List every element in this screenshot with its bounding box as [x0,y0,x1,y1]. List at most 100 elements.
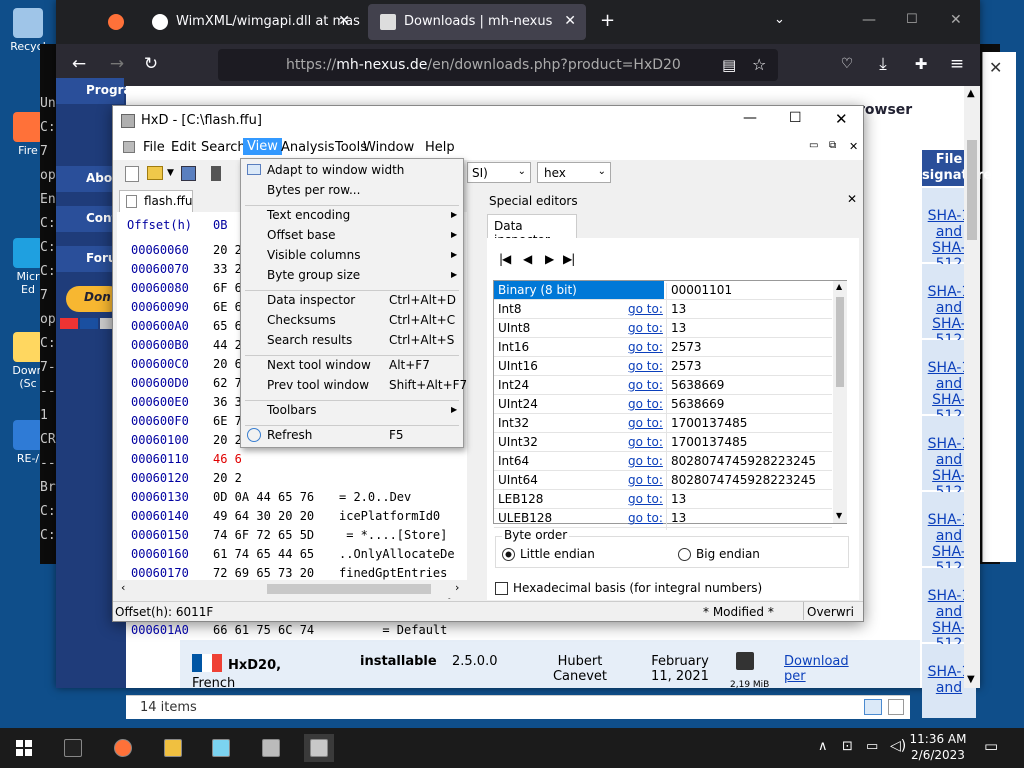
page-scrollbar[interactable]: ▲ ▼ [964,86,980,688]
table-scrollbar[interactable]: ▲ ▼ [833,281,847,523]
inspector-row[interactable]: Int8 go to: 13 [494,300,832,321]
notifications-icon[interactable]: ▭ [984,737,998,755]
pocket-icon[interactable]: ♡ [836,54,858,74]
goto-link[interactable]: go to: [628,492,663,506]
goto-link[interactable]: go to: [628,511,663,525]
first-icon[interactable]: |◀ [499,252,511,266]
hex-row[interactable]: 00060130 0D 0A 44 65 76 = 2.0..Dev [117,490,467,509]
tab-data-inspector[interactable]: Data inspector [487,214,577,247]
inspector-row[interactable]: Int24 go to: 5638669 [494,376,832,397]
view-menu-item[interactable]: Search results Ctrl+Alt+S [267,333,463,353]
view-menu-item[interactable]: Text encoding ▶ [267,208,463,228]
goto-link[interactable]: go to: [628,340,663,354]
goto-link[interactable]: go to: [628,321,663,335]
clock-date[interactable]: 2/6/2023 [908,748,968,762]
view-menu-item[interactable]: Toolbars ▶ [267,403,463,423]
windows-start-icon[interactable] [16,740,32,756]
maximize-icon[interactable]: ☐ [906,12,918,27]
chevron-down-icon[interactable]: ▼ [167,168,174,178]
extensions-icon[interactable]: ✚ [910,54,932,74]
menu-edit[interactable]: Edit [171,140,196,155]
close-icon[interactable]: ✕ [950,12,962,28]
minimize-icon[interactable]: — [862,12,876,28]
hamburger-menu-icon[interactable]: ≡ [946,54,968,74]
new-file-icon[interactable] [125,166,139,182]
menu-window[interactable]: Window [363,140,414,155]
tab-github[interactable]: WimXML/wimgapi.dll at maste ✕ [140,4,360,40]
close-icon[interactable]: ✕ [989,58,1002,77]
inspector-row[interactable]: Int16 go to: 2573 [494,338,832,359]
view-menu-item[interactable]: Data inspector Ctrl+Alt+D [267,293,463,313]
toolbar-icon[interactable] [211,166,221,181]
inspector-row[interactable]: UInt64 go to: 8028074745928223245 [494,471,832,492]
goto-link[interactable]: go to: [628,359,663,373]
url-bar[interactable]: https://mh-nexus.de/en/downloads.php?pro… [218,49,778,81]
horizontal-scrollbar[interactable]: ‹ › [117,580,467,598]
big-endian-radio[interactable] [678,548,691,561]
open-file-icon[interactable] [147,166,163,180]
save-icon[interactable] [181,166,196,181]
taskbar-app[interactable] [206,734,236,762]
little-endian-radio[interactable] [502,548,515,561]
forward-icon[interactable]: → [106,54,128,74]
reader-view-icon[interactable]: ▤ [722,56,736,74]
menu-analysis[interactable]: Analysis [281,140,335,155]
goto-link[interactable]: go to: [628,378,663,392]
view-menu-item[interactable]: Prev tool window Shift+Alt+F7 [267,378,467,398]
goto-link[interactable]: go to: [628,302,663,316]
view-menu-item[interactable]: Offset base ▶ [267,228,463,248]
scroll-left-icon[interactable]: ‹ [121,581,125,594]
scroll-down-icon[interactable]: ▼ [836,511,842,520]
goto-link[interactable]: go to: [628,435,663,449]
menu-file[interactable]: File [143,140,165,155]
menu-help[interactable]: Help [425,140,455,155]
menu-view[interactable]: View [243,138,282,155]
inspector-row[interactable]: Int64 go to: 8028074745928223245 [494,452,832,473]
last-icon[interactable]: ▶| [563,252,575,266]
chevron-up-icon[interactable]: ∧ [818,739,828,754]
large-icons-view-icon[interactable] [888,699,904,715]
next-icon[interactable]: ▶ [545,252,554,266]
close-panel-icon[interactable]: ✕ [847,192,857,206]
view-menu-item[interactable]: Bytes per row... [267,183,463,203]
close-tab-icon[interactable]: ✕ [338,13,350,29]
scrollbar-thumb[interactable] [267,584,431,594]
downloads-icon[interactable]: ⤓ [872,54,894,74]
number-base-select[interactable]: hex ⌄ [537,162,611,183]
reload-icon[interactable]: ↻ [140,54,162,74]
hex-row[interactable]: 00060150 74 6F 72 65 5D = *....[Store] [117,528,467,547]
view-menu-item[interactable]: Byte group size ▶ [267,268,463,288]
close-icon[interactable]: ✕ [835,110,848,128]
hex-row[interactable]: 00060110 46 6 [117,452,467,471]
goto-link[interactable]: go to: [628,473,663,487]
hex-row[interactable]: 00060120 20 2 [117,471,467,490]
site-nav-item[interactable]: Programs [56,78,151,104]
previous-icon[interactable]: ◀ [523,252,532,266]
goto-link[interactable]: go to: [628,454,663,468]
inspector-row[interactable]: LEB128 go to: 13 [494,490,832,511]
tab-downloads[interactable]: Downloads | mh-nexus ✕ [368,4,586,40]
hex-row[interactable]: 00060160 61 74 65 44 65 ..OnlyAllocateDe [117,547,467,566]
hex-row[interactable]: 00060140 49 64 30 20 20 icePlatformId0 [117,509,467,528]
taskbar-app[interactable] [58,734,88,762]
scroll-up-icon[interactable]: ▲ [967,88,975,99]
mdi-close-icon[interactable]: ✕ [849,140,858,153]
goto-link[interactable]: go to: [628,397,663,411]
list-tabs-icon[interactable]: ⌄ [774,12,785,27]
view-menu-item[interactable]: Adapt to window width [247,163,463,183]
encoding-select[interactable]: SI) ⌄ [467,162,531,183]
scrollbar-thumb[interactable] [836,297,844,387]
download-link[interactable]: Download per [784,654,854,684]
bookmark-star-icon[interactable]: ☆ [752,55,766,74]
new-tab-icon[interactable]: + [600,10,615,31]
scrollbar-thumb[interactable] [967,140,977,240]
inspector-row[interactable]: UInt16 go to: 2573 [494,357,832,378]
minimize-icon[interactable]: — [743,110,757,126]
clock-time[interactable]: 11:36 AM [908,732,968,746]
hex-row[interactable]: 000601A0 66 61 75 6C 74 = Default [117,623,467,642]
back-icon[interactable]: ← [68,54,90,74]
taskbar-app[interactable] [256,734,286,762]
taskbar-app[interactable] [108,734,138,762]
view-menu-item[interactable]: Next tool window Alt+F7 [267,358,463,378]
inspector-row[interactable]: UInt8 go to: 13 [494,319,832,340]
